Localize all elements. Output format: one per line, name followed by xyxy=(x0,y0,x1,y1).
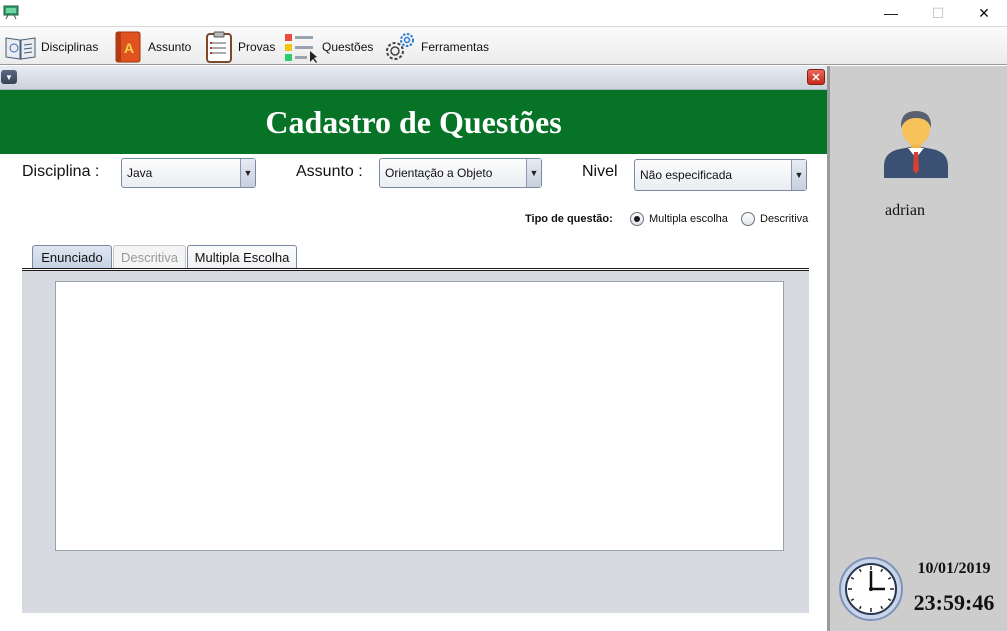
menu-ferramentas-label: Ferramentas xyxy=(421,40,490,54)
page-title: Cadastro de Questões xyxy=(265,103,562,140)
radio-descritiva-label: Descritiva xyxy=(760,213,809,225)
tab-enunciado-label: Enunciado xyxy=(41,250,103,265)
frame-menu-button[interactable]: ▼ xyxy=(1,70,17,84)
chevron-down-icon: ▼ xyxy=(240,159,255,187)
nivel-value: Não especificada xyxy=(640,168,733,182)
book-icon xyxy=(5,37,36,60)
menu-disciplinas-label: Disciplinas xyxy=(41,40,99,54)
chevron-down-icon: ▼ xyxy=(791,160,806,190)
menu-bar: Disciplinas A Assunto Provas Questões Fe… xyxy=(0,26,1007,65)
clipboard-icon xyxy=(206,31,232,63)
gear-icon xyxy=(386,33,414,60)
form-area: Disciplina : Java ▼ Assunto : Orientação… xyxy=(0,154,827,631)
minimize-button[interactable]: — xyxy=(868,0,914,26)
title-bar: — ☐ ✕ xyxy=(0,0,1007,26)
presentation-board-icon xyxy=(3,5,19,20)
menu-disciplinas[interactable]: Disciplinas xyxy=(4,30,98,64)
menu-assunto-label: Assunto xyxy=(148,40,192,54)
frame-close-button[interactable]: ✕ xyxy=(807,69,825,85)
svg-text:A: A xyxy=(124,40,134,56)
maximize-button[interactable]: ☐ xyxy=(915,0,961,26)
nivel-label: Nivel xyxy=(582,163,618,180)
menu-provas[interactable]: Provas xyxy=(204,30,275,64)
tipo-questao-label: Tipo de questão: xyxy=(525,213,613,225)
user-avatar-icon xyxy=(884,111,948,178)
internal-frame-titlebar: ▼ ✕ xyxy=(0,66,827,90)
tab-descritiva: Descritiva xyxy=(113,245,186,269)
nivel-select[interactable]: Não especificada ▼ xyxy=(634,159,807,191)
menu-ferramentas[interactable]: Ferramentas xyxy=(383,30,489,64)
checklist-icon xyxy=(285,34,317,63)
tab-multipla-escolha[interactable]: Multipla Escolha xyxy=(187,245,297,269)
notebook-icon: A xyxy=(115,31,141,63)
assunto-select[interactable]: Orientação a Objeto ▼ xyxy=(379,158,542,188)
tab-panel-enunciado xyxy=(22,271,809,613)
clock-icon xyxy=(839,557,903,621)
user-side-panel: adrian 10/01/2019 23:59:46 xyxy=(827,66,1007,631)
menu-assunto[interactable]: A Assunto xyxy=(114,30,191,64)
radio-multipla-escolha[interactable]: Multipla escolha xyxy=(630,212,728,226)
disciplina-value: Java xyxy=(127,166,153,180)
menu-questoes[interactable]: Questões xyxy=(284,30,373,64)
header-banner: Cadastro de Questões xyxy=(0,90,827,154)
current-date: 10/01/2019 xyxy=(917,560,991,577)
disciplina-select[interactable]: Java ▼ xyxy=(121,158,256,188)
tab-multipla-escolha-label: Multipla Escolha xyxy=(194,250,290,265)
tab-descritiva-label: Descritiva xyxy=(120,250,179,265)
app-window: — ☐ ✕ Disciplinas A Assunto Provas Quest… xyxy=(0,0,1007,631)
radio-circle xyxy=(630,212,644,226)
assunto-value: Orientação a Objeto xyxy=(385,166,493,180)
assunto-label: Assunto : xyxy=(296,163,363,180)
radio-descritiva[interactable]: Descritiva xyxy=(741,212,808,226)
tab-enunciado[interactable]: Enunciado xyxy=(32,245,112,269)
radio-circle xyxy=(741,212,755,226)
disciplina-label: Disciplina : xyxy=(22,163,100,180)
close-window-button[interactable]: ✕ xyxy=(961,0,1007,26)
enunciado-textarea[interactable] xyxy=(55,281,784,551)
current-time: 23:59:46 xyxy=(913,590,995,615)
menu-questoes-label: Questões xyxy=(322,40,374,54)
radio-multipla-label: Multipla escolha xyxy=(649,213,728,225)
radio-dot xyxy=(634,216,640,222)
chevron-down-icon: ▼ xyxy=(526,159,541,187)
username: adrian xyxy=(885,202,925,219)
menu-provas-label: Provas xyxy=(238,40,276,54)
